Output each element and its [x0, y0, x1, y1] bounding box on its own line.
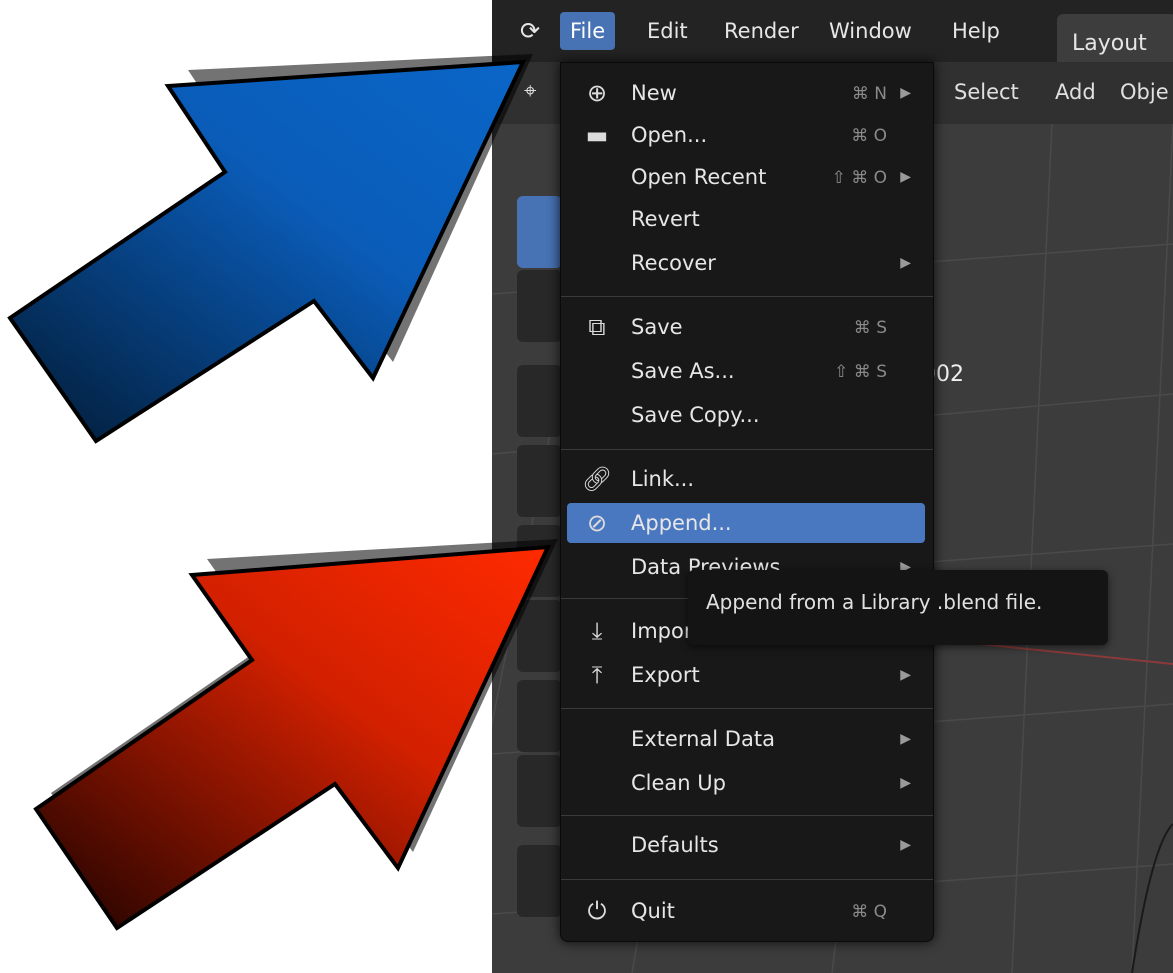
annotation-arrows: [7, 54, 558, 931]
blue-arrow-icon: [7, 59, 527, 444]
red-arrow-icon: [33, 544, 552, 931]
